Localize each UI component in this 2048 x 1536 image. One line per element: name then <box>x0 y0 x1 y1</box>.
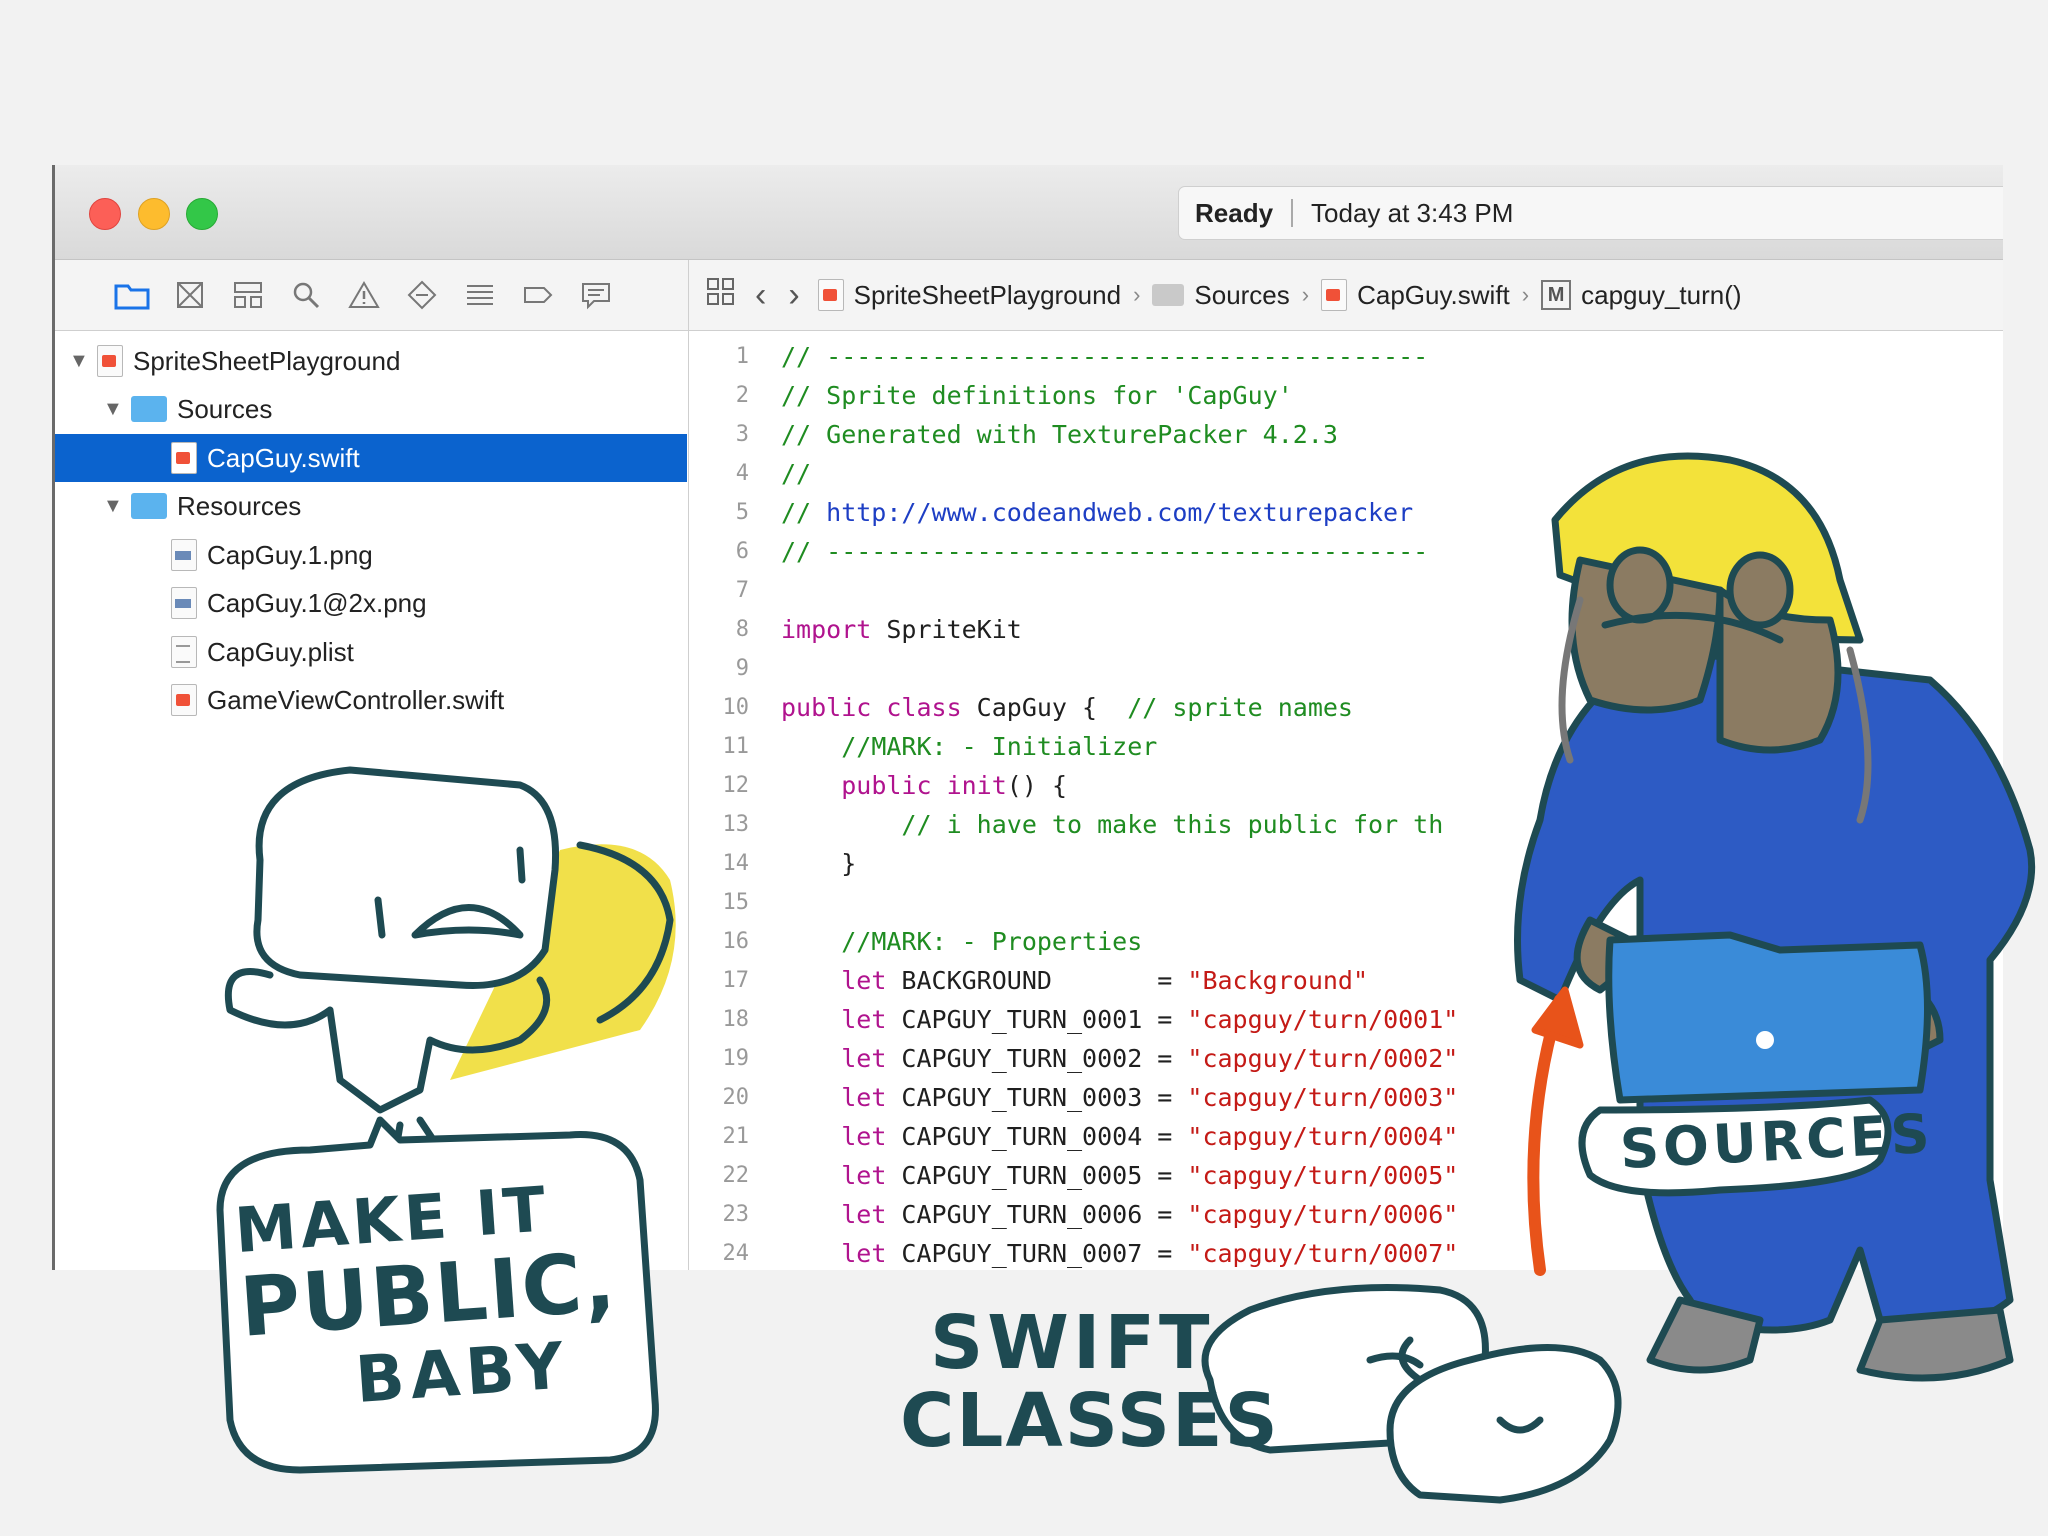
caption-line-2: CLASSES <box>900 1378 1280 1464</box>
caption-line-1: SWIFT <box>930 1300 1214 1386</box>
swift-classes-caption: SWIFT CLASSES <box>900 1300 1280 1464</box>
make-it-public-bubble: MAKE IT PUBLIC, BABY <box>232 1166 647 1425</box>
right-character-doodle <box>1514 452 2036 1382</box>
